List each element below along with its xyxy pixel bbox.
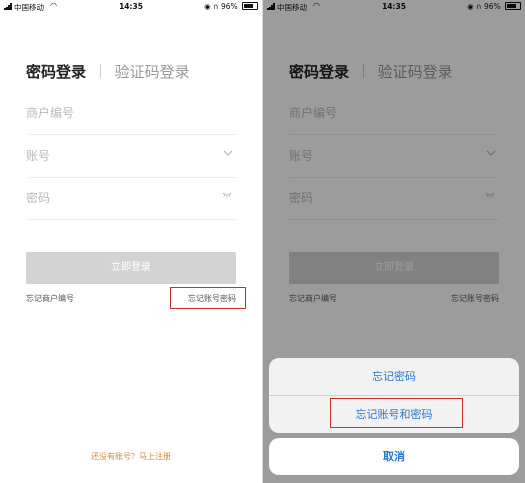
headphones-icon: ∩ [213, 2, 219, 11]
login-button[interactable]: 立即登录 [26, 252, 236, 284]
lock-rotation-icon: ◉ [204, 2, 211, 11]
highlight-box [330, 398, 463, 428]
cancel-button[interactable]: 取消 [269, 438, 519, 475]
login-screen-with-action-sheet: 中国移动 ◠ 14:35 ◉ ∩ 96% 密码登录 验证码登录 商户编号 账号 … [263, 0, 525, 483]
status-right: ◉ ∩ 96% [204, 2, 258, 11]
password-field[interactable]: 密码 [26, 179, 236, 220]
status-bar: 中国移动 ◠ 14:35 ◉ ∩ 96% [0, 0, 262, 14]
highlight-box [170, 287, 246, 309]
eye-closed-icon[interactable] [222, 191, 232, 199]
account-field[interactable]: 账号 [26, 137, 236, 178]
action-forgot-password[interactable]: 忘记密码 [269, 358, 519, 395]
chevron-down-icon[interactable] [222, 147, 234, 159]
battery-icon [242, 2, 258, 10]
login-tabs: 密码登录 验证码登录 [26, 61, 190, 83]
battery-level: 96% [220, 2, 238, 11]
tab-sms-login[interactable]: 验证码登录 [115, 63, 190, 81]
login-screen: 中国移动 ◠ 14:35 ◉ ∩ 96% 密码登录 验证码登录 商户编号 账号 … [0, 0, 262, 483]
tab-divider [99, 64, 101, 78]
forgot-merchant-link[interactable]: 忘记商户编号 [26, 293, 74, 304]
merchant-number-field[interactable]: 商户编号 [26, 94, 236, 135]
account-placeholder: 账号 [26, 149, 51, 163]
register-link[interactable]: 还没有账号？马上注册 [0, 451, 262, 462]
password-placeholder: 密码 [26, 191, 51, 205]
merchant-number-placeholder: 商户编号 [26, 106, 75, 120]
tab-password-login[interactable]: 密码登录 [26, 63, 86, 81]
